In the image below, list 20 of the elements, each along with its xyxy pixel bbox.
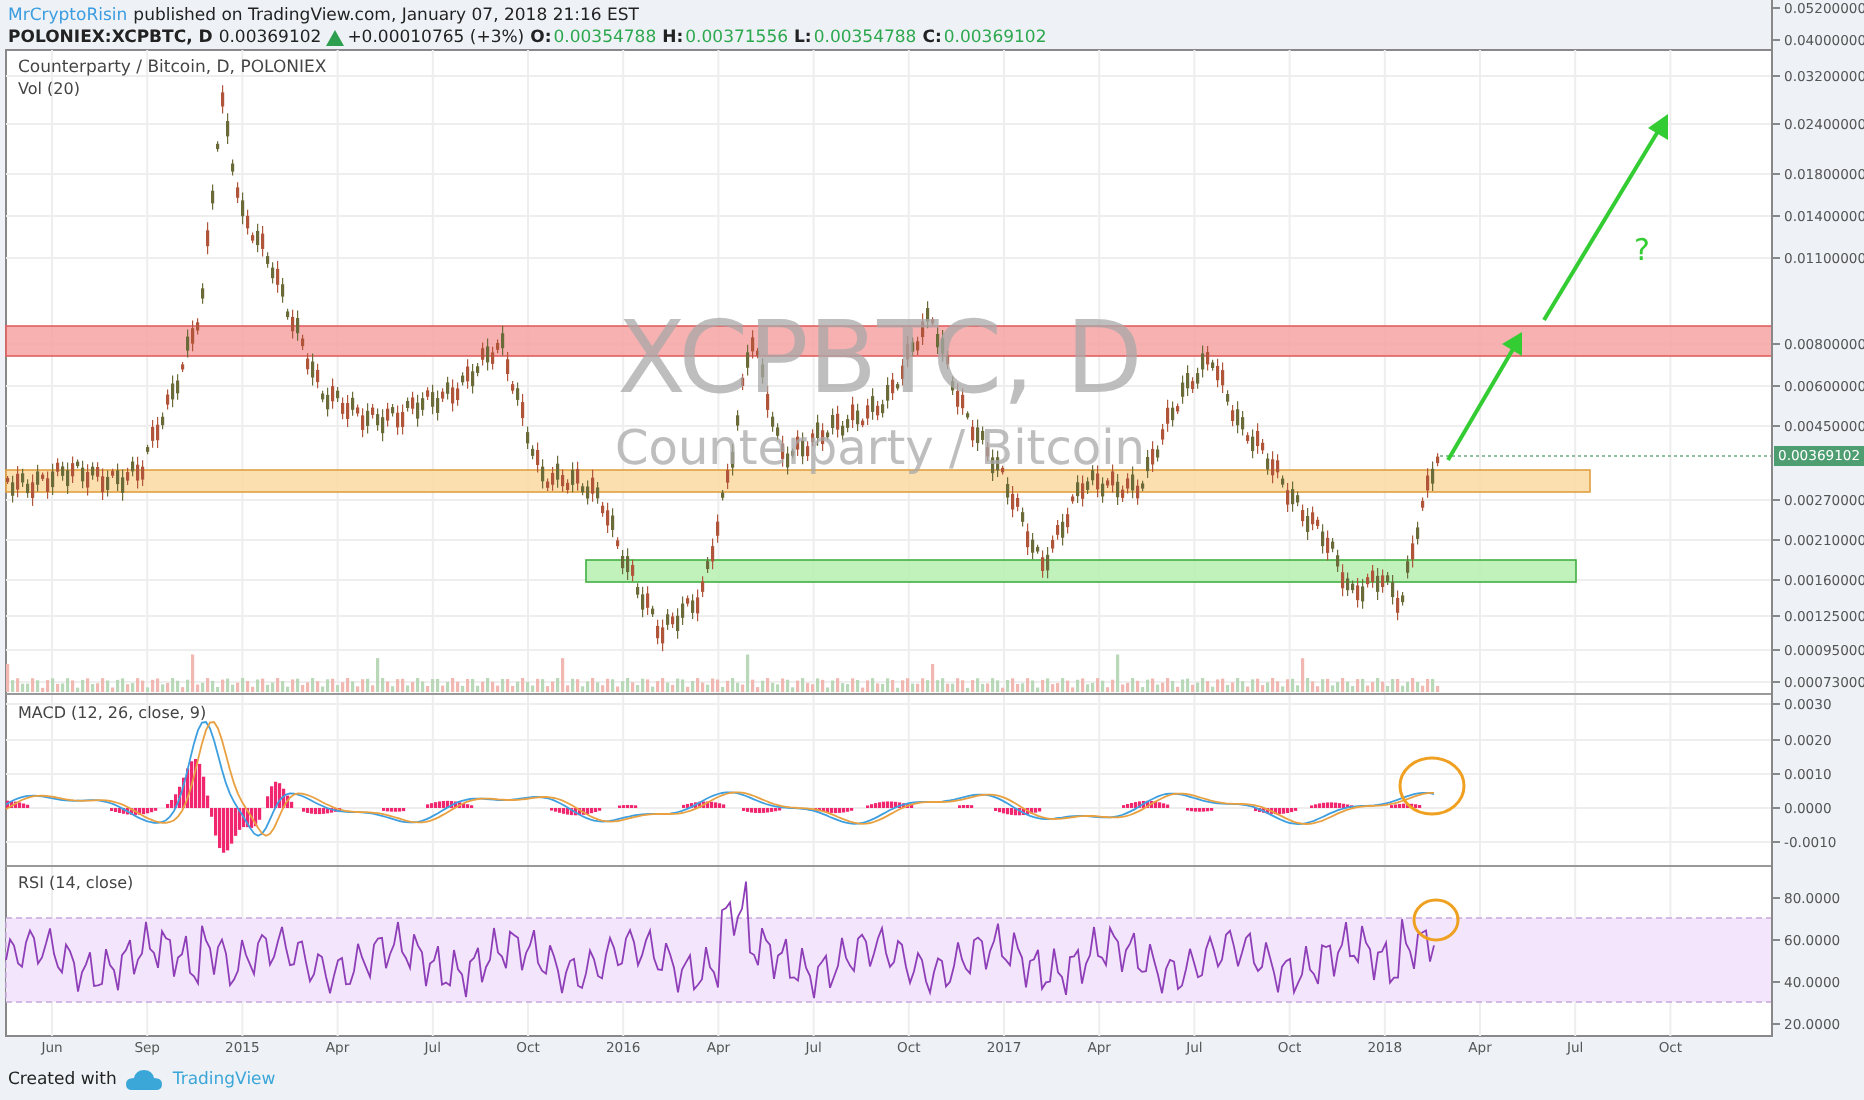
published-note: published on TradingView.com, January 07, 2018 21:16 EST bbox=[133, 5, 639, 25]
high-label: H: bbox=[662, 27, 684, 47]
author-link[interactable]: MrCryptoRisin bbox=[8, 5, 128, 25]
question-mark-annotation: ? bbox=[1634, 232, 1650, 268]
last-price: 0.00369102 bbox=[218, 27, 322, 47]
brand-link[interactable]: TradingView bbox=[172, 1070, 276, 1090]
high-value: 0.00371556 bbox=[685, 27, 789, 47]
footer-note: Created with bbox=[8, 1070, 117, 1090]
symbol-label: POLONIEX:XCPBTC, D bbox=[8, 27, 213, 47]
volume-label: Vol (20) bbox=[18, 80, 80, 98]
pane-title: MACD (12, 26, close, 9) bbox=[18, 704, 207, 722]
pane-title: Counterparty / Bitcoin, D, POLONIEX bbox=[18, 58, 327, 78]
pane-title: RSI (14, close) bbox=[18, 874, 134, 892]
low-label: L: bbox=[794, 27, 812, 47]
price-change: +0.00010765 (+3%) bbox=[347, 27, 525, 47]
open-value: 0.00354788 bbox=[553, 27, 657, 47]
close-value: 0.00369102 bbox=[943, 27, 1047, 47]
low-value: 0.00354788 bbox=[813, 27, 917, 47]
close-label: C: bbox=[922, 27, 942, 47]
open-label: O: bbox=[530, 27, 552, 47]
